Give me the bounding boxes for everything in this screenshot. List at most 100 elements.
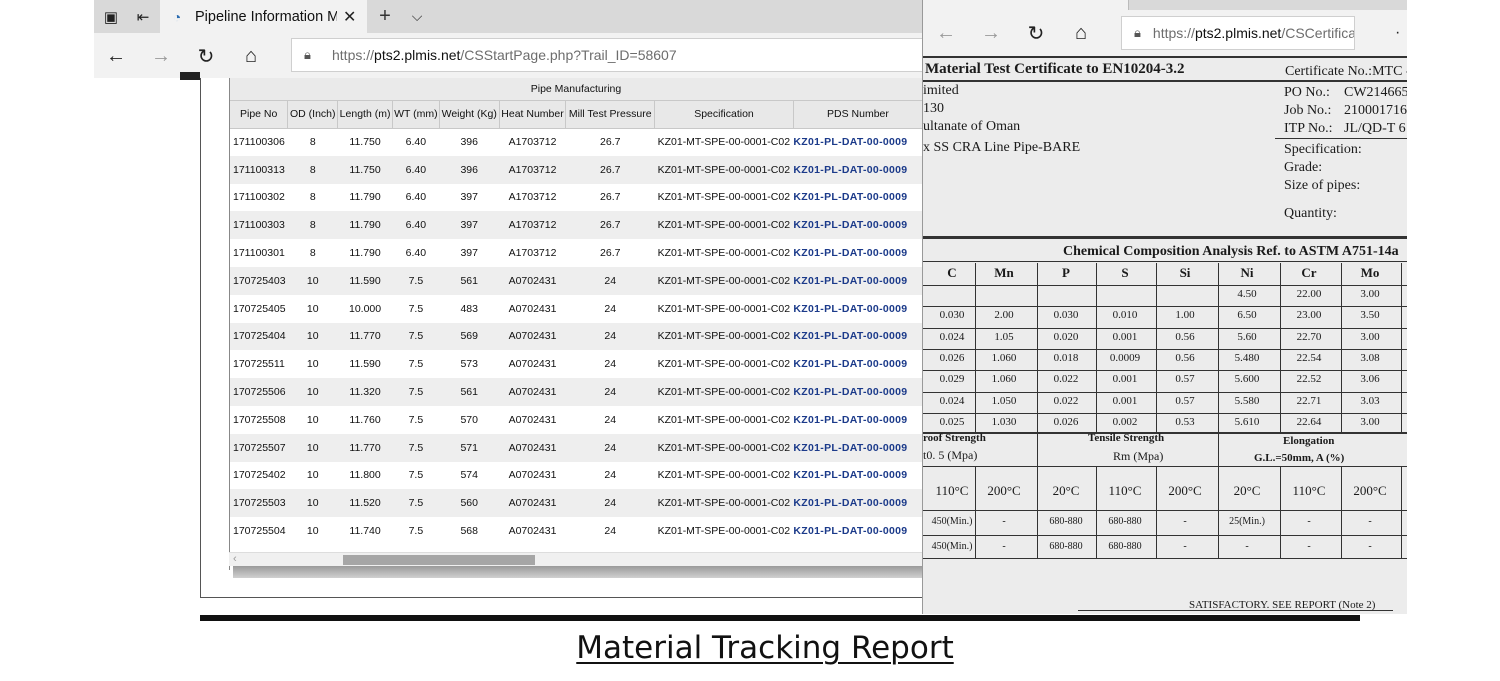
table-row[interactable]: 171100313 8 11.750 6.40 396 A1703712 26.7 KZ01-…	[230, 155, 923, 184]
column-header[interactable]: Weight (Kg)	[439, 100, 500, 129]
spec-label: Specification:	[1284, 142, 1362, 157]
column-header[interactable]: Mill Test Pressure	[565, 100, 656, 129]
right-back-button[interactable]: ←	[929, 16, 963, 50]
table-cell: KZ01-MT-SPE-00-0001-C02	[654, 239, 794, 267]
pds-number-link[interactable]: KZ01-PL-DAT-00-0009	[793, 517, 923, 545]
pds-number-link[interactable]: KZ01-PL-DAT-00-0009	[793, 128, 923, 156]
pds-number-link[interactable]: KZ01-PL-DAT-00-0009	[793, 433, 923, 462]
table-cell: 573	[439, 350, 500, 379]
table-shadow	[233, 566, 923, 578]
pds-number-link[interactable]: KZ01-PL-DAT-00-0009	[793, 183, 923, 212]
address-bar[interactable]: 🔒︎ https://pts2.plmis.net/CSStartPage.ph…	[291, 38, 931, 72]
column-header[interactable]: Heat Number	[499, 100, 567, 129]
grid-line	[975, 263, 976, 432]
refresh-button[interactable]: ↻	[189, 39, 223, 73]
table-cell: A0702431	[499, 350, 566, 379]
column-header[interactable]: OD (Inch)	[287, 100, 339, 129]
mech-value: -	[1002, 541, 1006, 552]
table-cell: A1703712	[499, 155, 566, 184]
chem-value: 3.00	[1360, 330, 1380, 343]
grid-line	[1096, 466, 1097, 558]
pds-number-link[interactable]: KZ01-PL-DAT-00-0009	[793, 322, 923, 351]
table-cell: 396	[439, 155, 500, 184]
chem-value: 0.022	[1053, 394, 1079, 407]
table-row[interactable]: 170725404 10 11.770 7.5 569 A0702431 24 KZ01-MT…	[230, 322, 923, 351]
right-refresh-button[interactable]: ↻	[1019, 16, 1053, 50]
close-tab-icon[interactable]: ✕	[343, 7, 356, 27]
table-cell: 10	[287, 517, 338, 545]
table-cell: A0702431	[499, 461, 566, 490]
table-cell: 11.800	[337, 461, 393, 490]
horizontal-scrollbar[interactable]: ‹	[229, 552, 923, 566]
table-cell: 24	[565, 433, 655, 462]
grid-line	[1156, 263, 1157, 432]
temperature-header: 110°C	[1292, 483, 1326, 498]
table-cell: 6.40	[392, 155, 440, 184]
table-row[interactable]: 171100306 8 11.750 6.40 396 A1703712 26.7 KZ01-…	[230, 128, 923, 156]
table-cell: 171100306	[230, 128, 288, 156]
right-active-tab[interactable]	[923, 0, 1129, 10]
right-forward-button[interactable]: →	[974, 16, 1008, 50]
pds-number-link[interactable]: KZ01-PL-DAT-00-0009	[793, 489, 923, 518]
pds-number-link[interactable]: KZ01-PL-DAT-00-0009	[793, 239, 923, 267]
forward-button[interactable]: →	[144, 39, 178, 73]
table-row[interactable]: 170725511 10 11.590 7.5 573 A0702431 24 KZ01-MT…	[230, 350, 923, 379]
column-header[interactable]: Pipe No	[230, 100, 289, 129]
pds-number-link[interactable]: KZ01-PL-DAT-00-0009	[793, 266, 923, 295]
table-cell: 7.5	[392, 378, 440, 406]
table-row[interactable]: 171100302 8 11.790 6.40 397 A1703712 26.7 KZ01-…	[230, 183, 923, 212]
pds-number-link[interactable]: KZ01-PL-DAT-00-0009	[793, 211, 923, 240]
cert-number: Certificate No.:MTC -	[1285, 64, 1407, 79]
table-row[interactable]: 170725504 10 11.740 7.5 568 A0702431 24 KZ01-MT…	[230, 517, 923, 545]
right-address-bar[interactable]: 🔒︎ https://pts2.plmis.net/CSCertifica	[1121, 16, 1355, 50]
more-options-icon[interactable]: ·	[1395, 16, 1407, 50]
scroll-left-icon[interactable]: ‹	[233, 553, 237, 565]
grid-line	[1096, 263, 1097, 432]
column-header[interactable]: Specification	[654, 100, 794, 129]
mech-value: -	[1368, 516, 1372, 527]
new-tab-button[interactable]: +	[370, 0, 400, 33]
table-cell: 170725504	[230, 517, 288, 545]
element-header: C	[947, 265, 957, 280]
pds-number-link[interactable]: KZ01-PL-DAT-00-0009	[793, 350, 923, 379]
table-cell: A1703712	[499, 211, 566, 240]
cert-left-line-1: imited	[923, 83, 959, 98]
column-header[interactable]: PDS Number	[793, 100, 923, 129]
mech-value: -	[1307, 541, 1311, 552]
table-cell: 7.5	[392, 433, 440, 462]
home-button[interactable]: ⌂	[234, 39, 268, 73]
table-row[interactable]: 170725507 10 11.770 7.5 571 A0702431 24 KZ01-MT…	[230, 433, 923, 462]
pds-number-link[interactable]: KZ01-PL-DAT-00-0009	[793, 461, 923, 490]
pipe-manufacturing-table: Pipe Manufacturing Pipe No OD (Inch) Lengt…	[230, 78, 923, 545]
tab-actions-icon[interactable]: ▣	[96, 0, 126, 33]
grid-line	[1341, 466, 1342, 558]
scrollbar-thumb[interactable]	[343, 555, 535, 565]
table-cell: 397	[439, 183, 500, 212]
right-home-button[interactable]: ⌂	[1064, 16, 1098, 50]
tab-pipeline-information[interactable]: ◔ Pipeline Information Ma ✕	[160, 0, 367, 33]
set-tabs-aside-icon[interactable]: ⇤	[128, 0, 158, 33]
pds-number-link[interactable]: KZ01-PL-DAT-00-0009	[793, 294, 923, 323]
table-row[interactable]: 170725405 10 10.000 7.5 483 A0702431 24 KZ01-MT…	[230, 294, 923, 323]
back-button[interactable]: ←	[99, 39, 133, 73]
pds-number-link[interactable]: KZ01-PL-DAT-00-0009	[793, 378, 923, 406]
chem-value: 0.57	[1175, 373, 1195, 386]
tab-list-chevron-icon[interactable]: ⌵	[402, 0, 432, 33]
cert-left-line-4: x SS CRA Line Pipe-BARE	[923, 140, 1081, 155]
table-row[interactable]: 170725506 10 11.320 7.5 561 A0702431 24 KZ01-MT…	[230, 378, 923, 406]
grid-line	[1280, 466, 1281, 558]
table-row[interactable]: 170725508 10 11.760 7.5 570 A0702431 24 KZ01-MT…	[230, 405, 923, 434]
right-navigation-bar: ← → ↻ ⌂ 🔒︎ https://pts2.plmis.net/CSCert…	[923, 10, 1407, 56]
pds-number-link[interactable]: KZ01-PL-DAT-00-0009	[793, 405, 923, 434]
size-label: Size of pipes:	[1284, 178, 1361, 193]
table-cell: 6.40	[392, 211, 440, 240]
column-header[interactable]: WT (mm)	[392, 100, 440, 129]
table-row[interactable]: 171100301 8 11.790 6.40 397 A1703712 26.7 KZ01-…	[230, 239, 923, 267]
table-row[interactable]: 170725402 10 11.800 7.5 574 A0702431 24 KZ01-MT…	[230, 461, 923, 490]
table-row[interactable]: 170725403 10 11.590 7.5 561 A0702431 24 KZ01-MT…	[230, 266, 923, 295]
table-row[interactable]: 170725503 10 11.520 7.5 560 A0702431 24 KZ01-MT…	[230, 489, 923, 518]
column-header[interactable]: Length (m)	[337, 100, 393, 129]
pds-number-link[interactable]: KZ01-PL-DAT-00-0009	[793, 155, 923, 184]
table-row[interactable]: 171100303 8 11.790 6.40 397 A1703712 26.7 KZ01-…	[230, 211, 923, 240]
chem-value: 0.56	[1175, 351, 1195, 364]
